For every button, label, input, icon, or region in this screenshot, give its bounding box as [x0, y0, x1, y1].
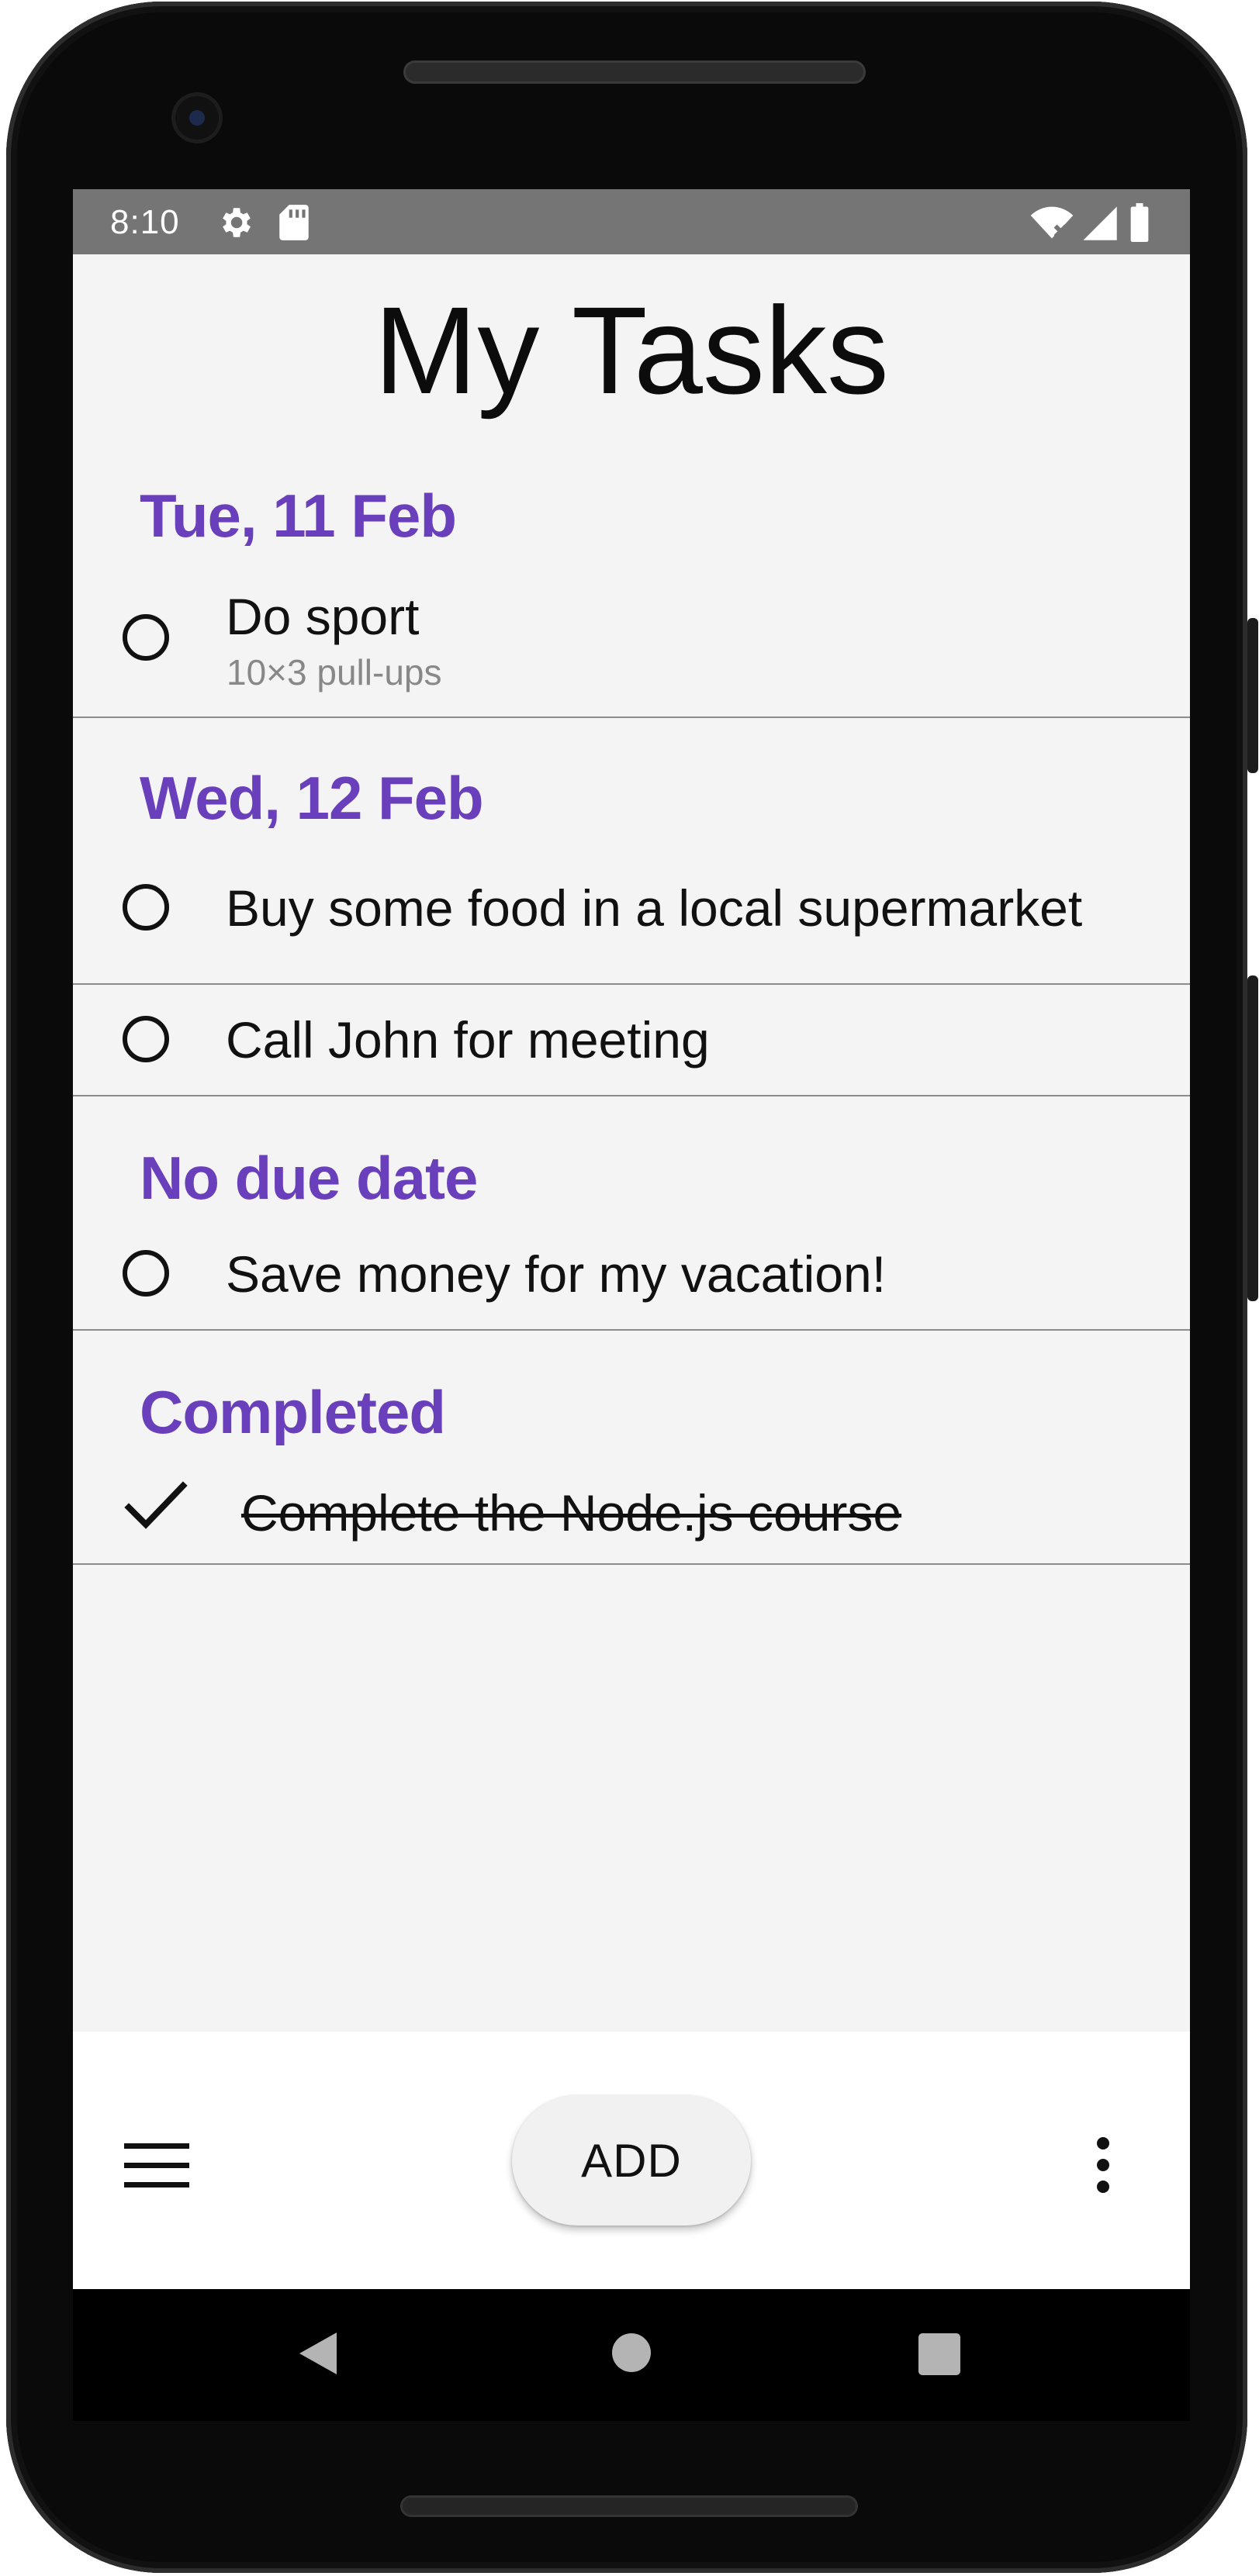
section-header-tue-11-feb: Tue, 11 Feb [140, 482, 457, 550]
earpiece-speaker [403, 60, 866, 84]
gear-icon [216, 203, 254, 246]
wifi-icon [1029, 203, 1075, 246]
status-time: 8:10 [110, 203, 180, 241]
task-subtitle: 10×3 pull-ups [227, 652, 442, 692]
divider [73, 1329, 1190, 1331]
home-icon[interactable] [611, 2333, 652, 2377]
add-button[interactable]: ADD [512, 2095, 751, 2226]
task-title-completed: Complete the Node.js course [241, 1484, 902, 1542]
task-checkbox[interactable] [123, 1250, 169, 1297]
task-checkbox[interactable] [123, 1016, 169, 1062]
more-vert-icon[interactable] [1095, 2136, 1111, 2198]
bottom-speaker [400, 2495, 858, 2517]
divider [73, 1563, 1190, 1565]
app-screen: 8:10 My Tasks Tue, 11 Feb Do sport 10×3 … [73, 189, 1190, 2421]
back-icon[interactable] [298, 2331, 338, 2380]
task-title: Save money for my vacation! [226, 1245, 887, 1303]
page-title: My Tasks [374, 281, 889, 420]
menu-icon[interactable] [124, 2142, 189, 2194]
task-row[interactable]: Save money for my vacation! [73, 1219, 1190, 1329]
task-checkbox[interactable] [123, 884, 169, 931]
section-header-completed: Completed [140, 1378, 446, 1446]
signal-icon [1080, 203, 1119, 246]
section-header-no-due-date: No due date [140, 1144, 478, 1212]
task-title: Do sport [226, 588, 420, 645]
section-header-wed-12-feb: Wed, 12 Feb [140, 764, 484, 832]
task-title: Buy some food in a local supermarket [226, 879, 1083, 937]
task-row[interactable]: Call John for meeting [73, 985, 1190, 1095]
task-title: Call John for meeting [226, 1011, 710, 1069]
recents-icon[interactable] [918, 2333, 960, 2379]
battery-icon [1128, 203, 1151, 246]
task-row[interactable]: Do sport 10×3 pull-ups [73, 577, 1190, 715]
volume-button [1247, 975, 1258, 1301]
divider [73, 1095, 1190, 1096]
system-nav-bar [73, 2289, 1190, 2421]
task-row[interactable]: Buy some food in a local supermarket [73, 859, 1190, 983]
status-bar: 8:10 [73, 189, 1190, 254]
sd-card-icon [276, 203, 312, 246]
task-row[interactable]: Complete the Node.js course [73, 1456, 1190, 1563]
power-button [1247, 618, 1258, 773]
check-icon[interactable] [123, 1480, 189, 1538]
bottom-app-bar: ADD [73, 2032, 1190, 2289]
divider [73, 717, 1190, 718]
phone-frame: 8:10 My Tasks Tue, 11 Feb Do sport 10×3 … [6, 2, 1258, 2573]
front-camera [175, 96, 219, 140]
task-checkbox[interactable] [123, 614, 169, 661]
